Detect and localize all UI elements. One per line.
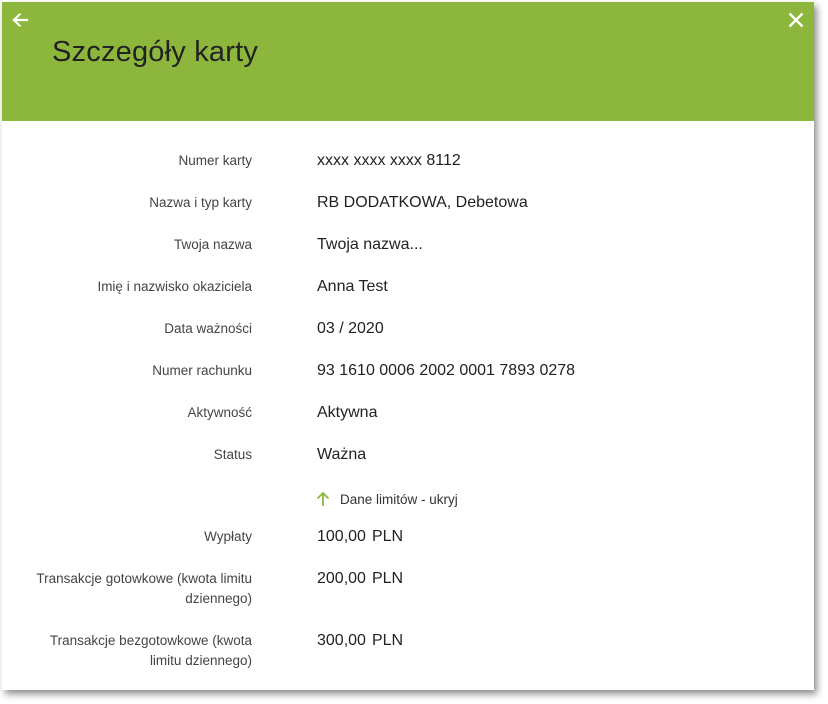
back-button[interactable] [10,10,30,30]
detail-label: Twoja nazwa [173,237,252,252]
detail-value: RB DODATKOWA, Debetowa [317,194,528,211]
limit-label: Wypłaty [12,527,252,547]
close-button[interactable] [786,10,806,30]
limit-label-line1: Transakcje bezgotowkowe (kwota [49,633,252,648]
limit-label-line1: Wypłaty [204,529,252,544]
limits-toggle-link[interactable]: Dane limitów - ukryj [315,488,458,510]
detail-label: Status [213,447,252,462]
detail-label: Imię i nazwisko okaziciela [97,279,252,294]
limit-label: Transakcje gotowkowe (kwota limitu dzien… [12,569,252,609]
limit-value: 300,00 PLN [317,631,403,651]
page-title: Szczegóły karty [52,36,259,68]
close-icon [788,12,804,28]
your-name-editable[interactable]: Twoja nazwa... [317,235,423,255]
detail-label: Data ważności [164,321,252,336]
detail-value: xxxx xxxx xxxx 8112 [317,152,461,169]
detail-value: Ważna [317,446,367,463]
limit-label-line2: limitu dziennego) [149,653,252,668]
arrow-up-icon [316,491,330,506]
limit-amount: 100,00 [317,528,366,545]
detail-value: 03 / 2020 [317,320,384,337]
dialog-header: Szczegóły karty [2,2,814,121]
detail-value: Anna Test [317,278,388,295]
detail-label: Aktywność [187,405,252,420]
detail-label: Nazwa i typ karty [149,195,252,210]
detail-value: 93 1610 0006 2002 0001 7893 0278 [317,362,576,379]
card-details-dialog: Szczegóły karty Numer karty xxxx xxxx xx… [2,2,814,690]
detail-label: Numer rachunku [152,363,252,378]
limit-currency: PLN [371,528,404,545]
detail-label: Numer karty [178,153,252,168]
limit-value: 200,00 PLN [317,569,403,589]
limit-amount: 300,00 [317,632,366,649]
limit-label-line1: Transakcje gotowkowe (kwota limitu [36,571,252,586]
limit-currency: PLN [371,570,404,587]
limit-value: 100,00 PLN [317,527,403,547]
limit-amount: 200,00 [317,570,366,587]
detail-value: Aktywna [317,404,378,421]
limit-label-line2: dziennego) [185,591,252,606]
arrow-left-icon [12,12,29,28]
limit-currency: PLN [371,632,404,649]
limit-label: Transakcje bezgotowkowe (kwota limitu dz… [12,631,252,671]
limits-toggle-label: Dane limitów - ukryj [340,491,458,507]
